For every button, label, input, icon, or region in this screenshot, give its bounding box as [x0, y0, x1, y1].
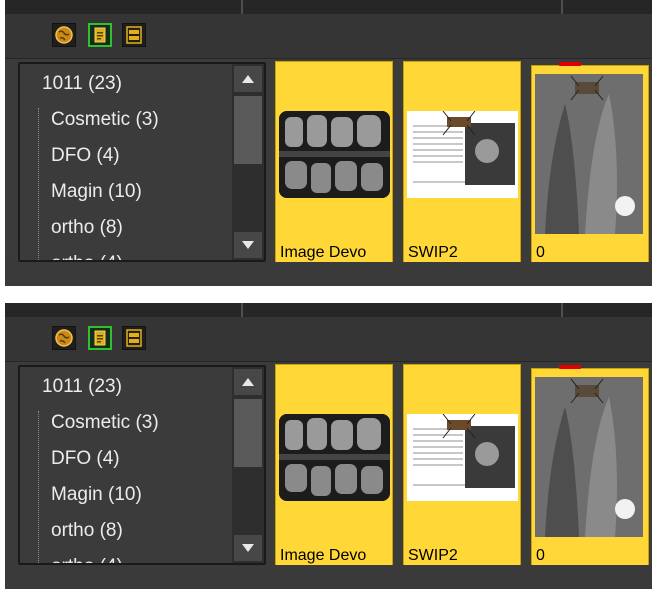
xray-teeth-graphic: [279, 414, 390, 501]
toolbar: [5, 14, 652, 59]
thumbnail-label: 0: [536, 547, 545, 564]
thumbnail-card[interactable]: Image Devo: [275, 364, 393, 567]
globe-icon: [55, 26, 73, 44]
tree-item-magin[interactable]: Magin (10): [51, 181, 142, 203]
flag-marker: [559, 62, 581, 66]
scroll-thumb[interactable]: [234, 399, 262, 467]
thumbnail-card[interactable]: 0: [531, 368, 649, 567]
globe-button[interactable]: [52, 326, 76, 350]
thumbnail-label: SWIP2: [408, 547, 458, 564]
xray-teeth-graphic: [279, 111, 390, 198]
xray-tooth-graphic: [535, 377, 643, 537]
document-view-button[interactable]: [88, 23, 112, 47]
strip-divider: [241, 303, 243, 317]
globe-icon: [55, 329, 73, 347]
arrow-down-icon: [242, 241, 254, 249]
media-panel: 1011 (23) Cosmetic (3) DFO (4) Magin (10…: [5, 0, 652, 286]
periapical-xray-image: [535, 377, 643, 537]
periapical-xray-image: [535, 74, 643, 234]
arrow-up-icon: [242, 75, 254, 83]
tree-item-cosmetic[interactable]: Cosmetic (3): [51, 109, 159, 131]
strip-divider: [561, 303, 563, 317]
tree-item-ortho[interactable]: ortho (8): [51, 520, 123, 542]
tree-item-cosmetic[interactable]: Cosmetic (3): [51, 412, 159, 434]
layout-button[interactable]: [122, 23, 146, 47]
bottom-strip: [5, 565, 652, 589]
tree-scrollbar[interactable]: [232, 64, 264, 260]
scroll-thumb[interactable]: [234, 96, 262, 164]
layout-icon: [126, 26, 142, 44]
top-strip: [5, 303, 652, 318]
thumbnail-label: Image Devo: [280, 547, 367, 564]
bottom-strip: [5, 262, 652, 286]
tree-connector: [38, 411, 39, 563]
tree-connector: [38, 108, 39, 260]
report-document-image: [407, 111, 518, 198]
folder-tree: 1011 (23) Cosmetic (3) DFO (4) Magin (10…: [18, 62, 266, 262]
document-icon: [94, 27, 106, 43]
folder-tree: 1011 (23) Cosmetic (3) DFO (4) Magin (10…: [18, 365, 266, 565]
bitewing-xray-image: [279, 111, 390, 198]
report-document-image: [407, 414, 518, 501]
tree-item-ortho-2[interactable]: ortho (4): [51, 556, 123, 563]
layout-icon: [126, 329, 142, 347]
layout-button[interactable]: [122, 326, 146, 350]
tree-item-root[interactable]: 1011 (23): [42, 376, 122, 398]
document-icon: [94, 330, 106, 346]
flag-marker: [559, 365, 581, 369]
thumbnail-card[interactable]: 0: [531, 65, 649, 264]
tree-item-root[interactable]: 1011 (23): [42, 73, 122, 95]
arrow-up-icon: [242, 378, 254, 386]
thumbnail-label: Image Devo: [280, 244, 367, 261]
tree-item-ortho-2[interactable]: ortho (4): [51, 253, 123, 260]
arrow-down-icon: [242, 544, 254, 552]
bitewing-xray-image: [279, 414, 390, 501]
scroll-down-button[interactable]: [234, 535, 262, 561]
scroll-up-button[interactable]: [234, 66, 262, 92]
document-view-button[interactable]: [88, 326, 112, 350]
thumbnail-card[interactable]: SWIP2: [403, 61, 521, 264]
thumbnail-card[interactable]: SWIP2: [403, 364, 521, 567]
tree-item-dfo[interactable]: DFO (4): [51, 145, 120, 167]
scroll-down-button[interactable]: [234, 232, 262, 258]
tree-item-dfo[interactable]: DFO (4): [51, 448, 120, 470]
strip-divider: [241, 0, 243, 14]
globe-button[interactable]: [52, 23, 76, 47]
report-graphic: [407, 111, 518, 198]
tree-item-magin[interactable]: Magin (10): [51, 484, 142, 506]
toolbar: [5, 317, 652, 362]
scroll-up-button[interactable]: [234, 369, 262, 395]
thumbnail-card[interactable]: Image Devo: [275, 61, 393, 264]
tree-scrollbar[interactable]: [232, 367, 264, 563]
thumbnail-label: SWIP2: [408, 244, 458, 261]
strip-divider: [561, 0, 563, 14]
top-strip: [5, 0, 652, 15]
media-panel: 1011 (23) Cosmetic (3) DFO (4) Magin (10…: [5, 303, 652, 589]
tree-item-ortho[interactable]: ortho (8): [51, 217, 123, 239]
report-graphic: [407, 414, 518, 501]
xray-tooth-graphic: [535, 74, 643, 234]
thumbnail-label: 0: [536, 244, 545, 261]
